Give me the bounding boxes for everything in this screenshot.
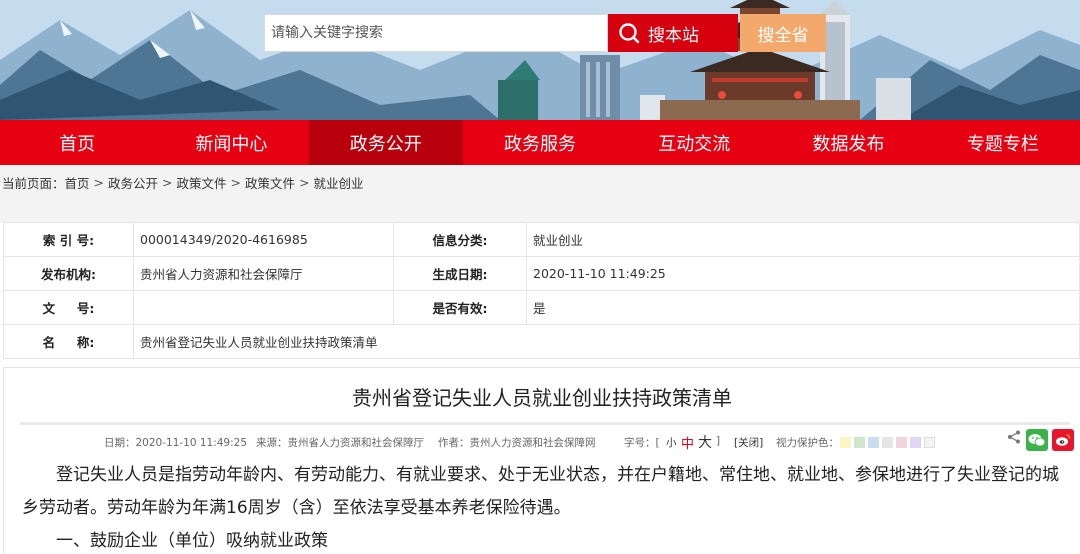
publisher-label: 发布机构: [3,256,134,291]
swatch-green[interactable] [854,437,865,448]
name-value: 贵州省登记失业人员就业创业扶持政策清单 [133,324,1080,359]
swatch-gray[interactable] [882,437,893,448]
swatch-white[interactable] [924,437,935,448]
search-province-button[interactable]: 搜全省 [740,14,826,52]
swatch-yellow[interactable] [840,437,851,448]
article: 贵州省登记失业人员就业创业扶持政策清单 日期：2020-11-10 11:49:… [3,367,1080,554]
name-label: 名 称: [3,324,134,359]
share-icon[interactable] [1006,429,1022,445]
close-page-link[interactable]: [关闭] [734,435,763,450]
swatch-pink[interactable] [896,437,907,448]
weibo-share-icon[interactable] [1052,429,1074,451]
article-paragraph: 一、鼓励企业（单位）吸纳就业政策 [56,531,328,551]
meta-date: 日期：2020-11-10 11:49:25 [104,437,248,449]
font-size-small[interactable]: 小 [666,435,677,450]
valid-label: 是否有效: [393,290,527,325]
header-banner: 搜本站 搜全省 [0,0,1080,120]
breadcrumb-item-policy-docs-2[interactable]: 政策文件 [245,173,295,192]
category-value: 就业创业 [526,222,1080,257]
search-site-button[interactable]: 搜本站 [608,14,738,52]
category-label: 信息分类: [393,222,527,257]
date-label: 生成日期: [393,256,527,291]
breadcrumb-item-home[interactable]: 首页 [65,173,90,192]
article-body: 登记失业人员是指劳动年龄内、有劳动能力、有就业要求、处于无业状态，并在户籍地、常… [4,453,1080,554]
nav-item-home[interactable]: 首页 [0,120,154,165]
valid-value: 是 [526,290,1080,325]
nav-item-data-release[interactable]: 数据发布 [771,120,925,165]
nav-item-gov-services[interactable]: 政务服务 [463,120,617,165]
meta-source: 来源：贵州省人力资源和社会保障厅 [256,437,424,449]
breadcrumb: 当前页面： 首页 > 政务公开 > 政策文件 > 政策文件 > 就业创业 [0,165,1080,200]
font-size-label: 字号：[ [624,437,660,449]
document-info-table: 索 引 号: 000014349/2020-4616985 信息分类: 就业创业… [3,222,1080,359]
breadcrumb-separator: > [162,175,173,190]
font-size-large[interactable]: 大 [698,432,712,452]
nav-item-news[interactable]: 新闻中心 [154,120,308,165]
breadcrumb-item-policy-docs[interactable]: 政策文件 [177,173,227,192]
breadcrumb-separator: > [299,175,310,190]
article-paragraph: 登记失业人员是指劳动年龄内、有劳动能力、有就业要求、处于无业状态，并在户籍地、常… [22,465,1059,518]
search-input[interactable] [265,15,607,51]
swatch-blue[interactable] [868,437,879,448]
main-nav: 首页 新闻中心 政务公开 政务服务 互动交流 数据发布 专题专栏 [0,120,1080,165]
search-icon [619,23,640,44]
section-gap [0,200,1080,222]
nav-item-interaction[interactable]: 互动交流 [617,120,771,165]
wechat-share-icon[interactable] [1026,429,1048,451]
vision-color-label: 视力保护色： [776,437,839,449]
nav-item-gov-affairs[interactable]: 政务公开 [308,120,463,165]
index-label: 索 引 号: [3,222,134,257]
table-row: 名 称: 贵州省登记失业人员就业创业扶持政策清单 [3,324,1080,359]
breadcrumb-item-employment[interactable]: 就业创业 [314,173,364,192]
article-meta: 日期：2020-11-10 11:49:25 来源：贵州省人力资源和社会保障厅 … [4,425,1080,453]
meta-author: 作者：贵州人力资源和社会保障网 [438,437,596,449]
docno-value [133,290,394,325]
table-row: 发布机构: 贵州省人力资源和社会保障厅 生成日期: 2020-11-10 11:… [3,256,1080,291]
breadcrumb-separator: > [230,175,242,190]
breadcrumb-item-gov-affairs[interactable]: 政务公开 [108,173,158,192]
docno-label: 文 号: [3,290,134,325]
search-site-label: 搜本站 [648,25,699,46]
breadcrumb-label: 当前页面： [2,176,65,191]
swatch-purple[interactable] [910,437,921,448]
font-size-close-bracket: ] [716,435,721,447]
date-value: 2020-11-10 11:49:25 [526,256,1080,291]
table-row: 索 引 号: 000014349/2020-4616985 信息分类: 就业创业 [3,222,1080,257]
publisher-value: 贵州省人力资源和社会保障厅 [133,256,394,291]
vision-color-swatches [840,437,935,448]
font-size-medium[interactable]: 中 [681,433,694,452]
search-province-label: 搜全省 [757,25,809,46]
search-box [264,14,608,52]
article-title: 贵州省登记失业人员就业创业扶持政策清单 [352,386,732,410]
nav-item-special-topics[interactable]: 专题专栏 [926,120,1080,165]
index-value: 000014349/2020-4616985 [133,222,394,257]
table-row: 文 号: 是否有效: 是 [3,290,1080,325]
breadcrumb-separator: > [93,175,105,190]
